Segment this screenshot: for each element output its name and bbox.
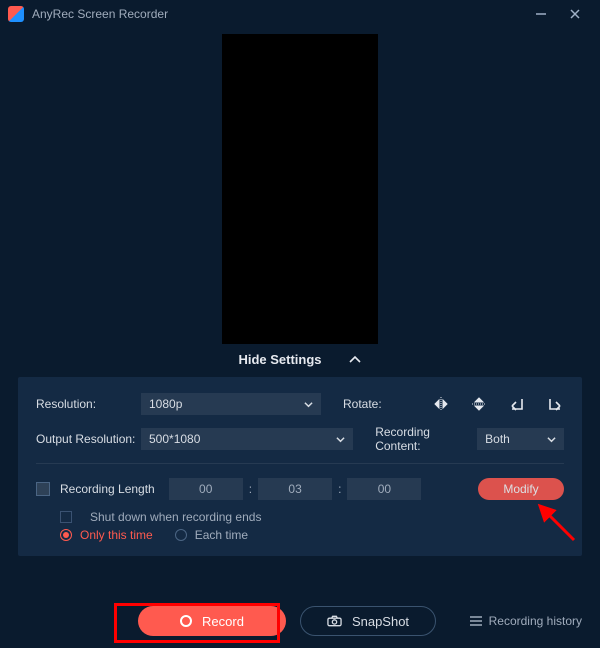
minimize-button[interactable] xyxy=(524,2,558,26)
hide-settings-toggle[interactable]: Hide Settings xyxy=(0,352,600,367)
title-bar: AnyRec Screen Recorder xyxy=(0,0,600,28)
output-resolution-value: 500*1080 xyxy=(149,432,200,446)
chevron-down-icon xyxy=(304,400,313,409)
flip-horizontal-icon[interactable] xyxy=(432,395,450,413)
resolution-label: Resolution: xyxy=(36,397,141,411)
each-time-label: Each time xyxy=(195,528,248,542)
chevron-down-icon xyxy=(547,435,556,444)
bottom-bar: Record SnapShot Recording history xyxy=(0,606,600,636)
time-separator: : xyxy=(243,482,258,496)
divider xyxy=(36,463,564,464)
recording-length-checkbox[interactable] xyxy=(36,482,50,496)
recording-history-link[interactable]: Recording history xyxy=(469,614,582,628)
time-hours-input[interactable]: 00 xyxy=(169,478,243,500)
flip-vertical-icon[interactable] xyxy=(470,395,488,413)
record-label: Record xyxy=(202,614,244,629)
time-separator: : xyxy=(332,482,347,496)
each-time-radio[interactable] xyxy=(175,529,187,541)
chevron-down-icon xyxy=(336,435,345,444)
camera-icon xyxy=(327,615,342,627)
record-button[interactable]: Record xyxy=(138,606,286,636)
settings-panel: Resolution: 1080p Rotate: Output Resolut… xyxy=(18,377,582,556)
only-this-time-radio[interactable] xyxy=(60,529,72,541)
output-resolution-select[interactable]: 500*1080 xyxy=(141,428,353,450)
shutdown-checkbox[interactable] xyxy=(60,511,72,523)
device-preview xyxy=(222,34,378,344)
record-icon xyxy=(180,615,192,627)
recording-length-label: Recording Length xyxy=(60,482,155,496)
output-resolution-label: Output Resolution: xyxy=(36,432,141,446)
recording-content-value: Both xyxy=(485,432,510,446)
shutdown-label: Shut down when recording ends xyxy=(90,510,261,524)
chevron-up-icon xyxy=(348,353,362,367)
recording-content-label: Recording Content: xyxy=(375,425,469,453)
app-title: AnyRec Screen Recorder xyxy=(32,7,524,21)
rotate-right-icon[interactable] xyxy=(546,395,564,413)
time-minutes-input[interactable]: 03 xyxy=(258,478,332,500)
app-logo-icon xyxy=(8,6,24,22)
only-this-time-label: Only this time xyxy=(80,528,153,542)
rotate-left-icon[interactable] xyxy=(508,395,526,413)
modify-button[interactable]: Modify xyxy=(478,478,564,500)
recording-content-select[interactable]: Both xyxy=(477,428,564,450)
resolution-value: 1080p xyxy=(149,397,182,411)
snapshot-label: SnapShot xyxy=(352,614,409,629)
recording-history-label: Recording history xyxy=(489,614,582,628)
history-list-icon xyxy=(469,615,483,627)
snapshot-button[interactable]: SnapShot xyxy=(300,606,436,636)
time-seconds-input[interactable]: 00 xyxy=(347,478,421,500)
resolution-select[interactable]: 1080p xyxy=(141,393,321,415)
close-button[interactable] xyxy=(558,2,592,26)
hide-settings-label: Hide Settings xyxy=(238,352,321,367)
rotate-label: Rotate: xyxy=(343,397,403,411)
